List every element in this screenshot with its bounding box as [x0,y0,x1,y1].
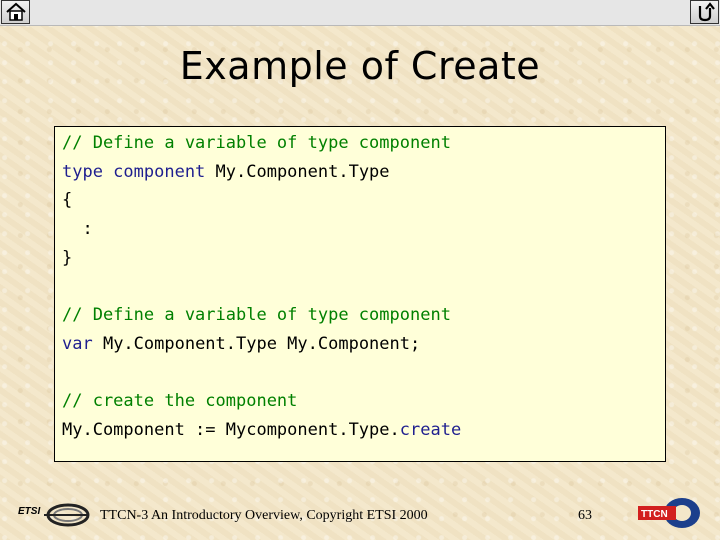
code-line: // Define a variable of type component [62,301,665,330]
return-icon [698,2,715,22]
code-text: My.Component.Type [215,161,390,182]
slide-title: Example of Create [179,44,541,88]
code-line: : [62,215,665,244]
ttcn-logo-text: TTCN [641,509,668,520]
code-line: // create the component [62,387,665,416]
code-comment: // Define a variable of type component [62,305,451,326]
code-comment: // create the component [62,391,298,412]
code-block: // Define a variable of type component ty… [54,126,666,462]
return-button[interactable] [690,0,719,24]
home-icon [6,2,26,21]
code-line: My.Component := Mycomponent.Type.create [62,416,665,445]
code-keyword: type component [62,161,216,182]
footer-copyright: TTCN-3 An Introductory Overview, Copyrig… [100,508,428,523]
home-button[interactable] [1,0,30,24]
code-line: type component My.Component.Type [62,158,665,187]
code-text: My.Component := Mycomponent.Type. [62,419,400,440]
code-comment: // Define a variable of type component [62,133,451,153]
code-line: } [62,244,665,273]
code-text: : [62,219,93,240]
code-keyword: var [62,333,103,354]
page-number: 63 [578,508,592,523]
etsi-logo-text: ETSI [18,506,40,517]
code-line: var My.Component.Type My.Component; [62,330,665,359]
top-toolbar [0,0,720,26]
code-text: { [62,190,73,211]
code-line: { [62,186,665,215]
code-text: } [62,247,73,268]
code-line: // Define a variable of type component [62,129,665,158]
code-keyword: create [399,419,462,440]
ttcn-logo: TTCN [638,498,700,528]
code-text: My.Component.Type My.Component; [102,333,421,354]
etsi-logo: ETSI [18,503,90,527]
